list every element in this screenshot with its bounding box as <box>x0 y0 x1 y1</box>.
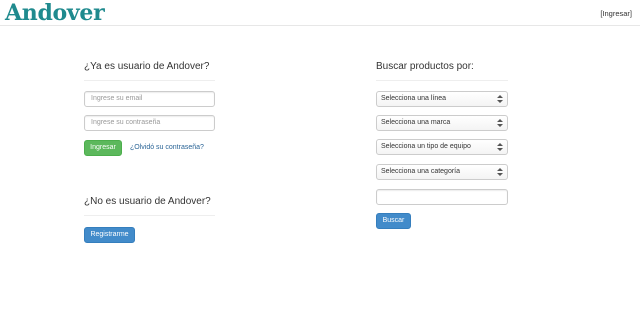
forgot-password-link[interactable]: ¿Olvidó su contraseña? <box>130 144 204 151</box>
new-user-title: ¿No es usuario de Andover? <box>84 196 211 207</box>
search-text-input[interactable] <box>376 189 508 205</box>
password-field[interactable]: Ingrese su contraseña <box>84 115 215 131</box>
line-select-value: Selecciona una línea <box>381 95 446 102</box>
brand-select-value: Selecciona una marca <box>381 119 451 126</box>
login-button[interactable]: Ingresar <box>84 140 122 156</box>
divider <box>84 80 215 81</box>
equipment-type-select-value: Selecciona un tipo de equipo <box>381 143 471 150</box>
divider <box>84 215 215 216</box>
equipment-type-select[interactable]: Selecciona un tipo de equipo <box>376 139 508 155</box>
andover-logo[interactable]: Andover <box>5 1 105 25</box>
brand-select[interactable]: Selecciona una marca <box>376 115 508 131</box>
divider <box>376 80 508 81</box>
select-arrows-icon <box>497 119 503 127</box>
top-navbar: Andover [Ingresar] <box>0 0 640 26</box>
select-arrows-icon <box>497 95 503 103</box>
select-arrows-icon <box>497 143 503 151</box>
email-field[interactable]: Ingrese su email <box>84 91 215 107</box>
category-select-value: Selecciona una categoría <box>381 168 460 175</box>
category-select[interactable]: Selecciona una categoría <box>376 164 508 180</box>
line-select[interactable]: Selecciona una línea <box>376 91 508 107</box>
search-title: Buscar productos por: <box>376 61 474 72</box>
register-button[interactable]: Registrarme <box>84 227 135 243</box>
login-link[interactable]: [Ingresar] <box>600 9 632 18</box>
existing-user-title: ¿Ya es usuario de Andover? <box>84 61 210 72</box>
select-arrows-icon <box>497 168 503 176</box>
search-button[interactable]: Buscar <box>376 213 411 229</box>
